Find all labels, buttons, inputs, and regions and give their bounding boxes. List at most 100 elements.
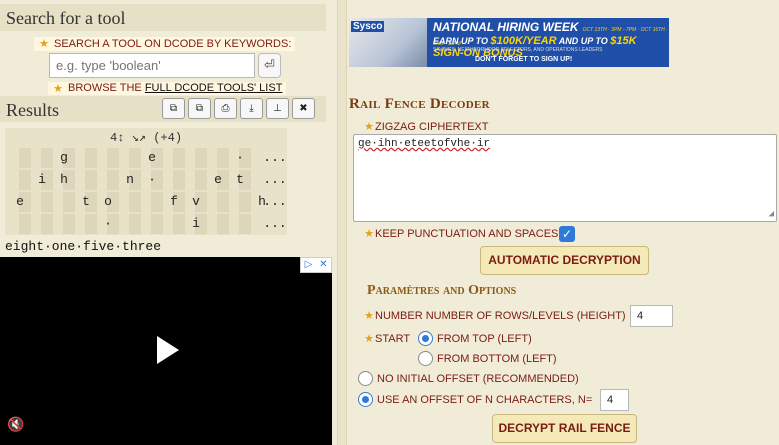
grid-cell: f (170, 194, 178, 209)
automatic-decryption-button[interactable]: AUTOMATIC DECRYPTION (480, 246, 649, 275)
banner-offer-2: AND UP TO (556, 36, 611, 46)
print-button[interactable]: ⎙ (214, 98, 237, 119)
grid-cell (119, 192, 141, 212)
panel-divider[interactable] (337, 0, 347, 445)
mute-icon[interactable]: 🔇 (7, 416, 25, 434)
use-offset-label[interactable]: USE AN OFFSET OF N CHARACTERS, N= (377, 393, 592, 407)
ad-choices-badge[interactable]: ▷ ✕ (300, 257, 332, 273)
ciphertext-input[interactable]: ge·ihn·eteetofvhe·ir ◢ (353, 134, 777, 222)
banner-title-text: NATIONAL HIRING WEEK (433, 20, 579, 34)
grid-cell: o (104, 194, 112, 209)
offset-input[interactable] (600, 389, 629, 411)
zigzag-label-row: ★ ZIGZAG CIPHERTEXT (364, 120, 489, 134)
close-results-button[interactable]: ✖ (292, 98, 315, 119)
ad-info-icon[interactable]: ▷ (301, 258, 316, 272)
grid-cell (31, 192, 53, 212)
grid-cell (53, 192, 75, 212)
grid-cell (119, 214, 141, 234)
grid-cell (75, 148, 97, 168)
from-top-radio[interactable] (418, 331, 433, 346)
results-header: Results ⧉ ⧉ ⎙ ⤓ ⊥ ✖ (0, 96, 326, 122)
grid-ellipsis: ... (263, 172, 287, 187)
grid-cell (207, 148, 229, 168)
grid-cell (141, 192, 163, 212)
browse-tools-link[interactable]: FULL DCODE TOOLS' LIST (145, 82, 283, 94)
left-panel: Search for a tool ★ SEARCH A TOOL ON DCO… (0, 0, 337, 445)
grid-cell: e (214, 172, 222, 187)
star-icon: ★ (364, 121, 374, 133)
decrypted-plaintext[interactable]: eight·one·five·three (5, 239, 161, 254)
grid-cell (75, 214, 97, 234)
check-icon: ✓ (561, 227, 573, 241)
grid-cell (207, 192, 229, 212)
grid-row: g e ·... (5, 148, 287, 168)
grid-row: · i... (5, 214, 287, 234)
star-icon: ★ (364, 228, 374, 240)
copy-alt-button[interactable]: ⧉ (188, 98, 211, 119)
grid-ellipsis: ... (263, 150, 287, 165)
rail-fence-grid: 4↕ ↘↗ (+4) g e ·... i h n · e t... e t o f v h... · i... (5, 128, 287, 235)
results-title: Results (6, 100, 60, 120)
grid-cell: h (60, 172, 68, 187)
pin-icon: ⊥ (273, 103, 282, 114)
banner-offer-amount-1: $100K/YEAR (490, 35, 557, 47)
grid-cell: e (16, 194, 24, 209)
resize-handle-icon[interactable]: ◢ (769, 209, 774, 219)
zigzag-label: ZIGZAG CIPHERTEXT (375, 121, 489, 133)
search-header-title: Search for a tool (6, 8, 126, 28)
params-section-title: Paramètres and Options (367, 283, 517, 298)
keep-punctuation-checkbox[interactable]: ✓ (559, 226, 575, 242)
banner-cta: DON'T FORGET TO SIGN UP! (475, 56, 573, 63)
copy-button[interactable]: ⧉ (162, 98, 185, 119)
search-prompt: ★ SEARCH A TOOL ON DCODE BY KEYWORDS: (34, 37, 296, 51)
download-icon: ⤓ (249, 103, 254, 114)
grid-cell (163, 170, 185, 190)
no-offset-label[interactable]: NO INITIAL OFFSET (RECOMMENDED) (377, 372, 579, 386)
banner-brand-logo: Sysco (351, 21, 385, 32)
grid-cell (207, 214, 229, 234)
copy-alt-icon: ⧉ (195, 103, 204, 114)
grid-cell (53, 214, 75, 234)
grid-cell (119, 148, 141, 168)
grid-cell (229, 192, 251, 212)
page-title: Rail Fence Decoder (349, 96, 490, 112)
page: Search for a tool ★ SEARCH A TOOL ON DCO… (0, 0, 779, 445)
search-submit-button[interactable]: ⏎ (258, 53, 281, 78)
ciphertext-value: ge·ihn·eteetofvhe·ir (358, 138, 491, 150)
use-offset-radio[interactable] (358, 392, 373, 407)
grid-cell: · (148, 172, 156, 187)
grid-header: 4↕ ↘↗ (+4) (109, 131, 183, 145)
start-label-row: ★ START (364, 332, 410, 346)
grid-cell (97, 148, 119, 168)
grid-cell (163, 148, 185, 168)
grid-cell (75, 170, 97, 190)
grid-cell: i (38, 172, 46, 187)
no-offset-radio[interactable] (358, 371, 373, 386)
grid-row: e t o f v h... (5, 192, 287, 212)
browse-tools-row: ★ BROWSE THE FULL DCODE TOOLS' LIST (48, 82, 287, 95)
rows-label-row: ★ NUMBER NUMBER OF ROWS/LEVELS (HEIGHT) (364, 309, 626, 323)
download-button[interactable]: ⤓ (240, 98, 263, 119)
grid-cell (141, 214, 163, 234)
browse-prefix: BROWSE THE (68, 82, 145, 94)
pin-button[interactable]: ⊥ (266, 98, 289, 119)
from-bottom-radio[interactable] (418, 351, 433, 366)
grid-cell (163, 214, 185, 234)
close-icon: ✖ (299, 103, 308, 114)
star-icon: ★ (39, 38, 49, 50)
decrypt-rail-fence-button[interactable]: DECRYPT RAIL FENCE (492, 414, 637, 443)
grid-cell: · (104, 216, 112, 231)
grid-cell (185, 170, 207, 190)
ad-close-icon[interactable]: ✕ (316, 258, 331, 272)
from-bottom-label[interactable]: FROM BOTTOM (LEFT) (437, 352, 557, 366)
search-input[interactable] (49, 53, 255, 78)
from-top-label[interactable]: FROM TOP (LEFT) (437, 332, 532, 346)
rows-label: NUMBER NUMBER OF ROWS/LEVELS (HEIGHT) (375, 310, 626, 322)
play-icon[interactable] (157, 336, 179, 364)
grid-cell (31, 214, 53, 234)
grid-ellipsis: ... (263, 216, 287, 231)
grid-cell (9, 214, 31, 234)
banner-ad[interactable]: Sysco NATIONAL HIRING WEEK OCT 13TH · 3PM… (349, 18, 669, 67)
search-header: Search for a tool (0, 4, 326, 31)
rows-input[interactable] (630, 305, 673, 327)
